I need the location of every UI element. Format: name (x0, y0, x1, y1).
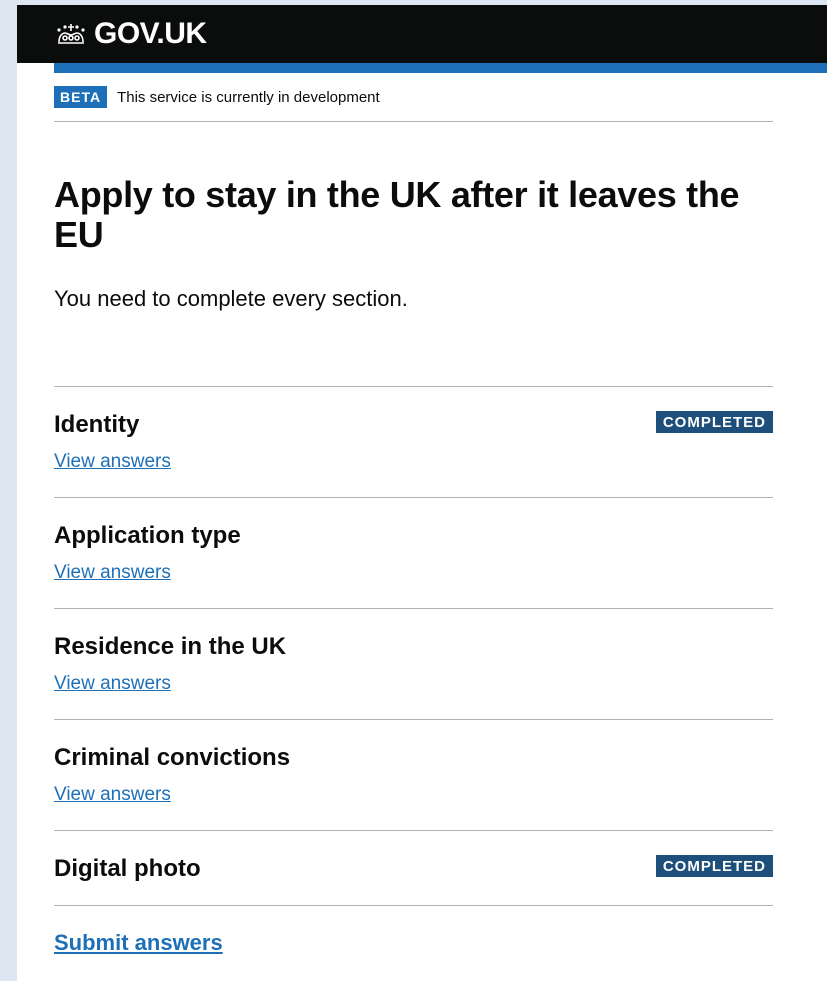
header-blue-bar (54, 63, 827, 73)
task-name: Residence in the UK (54, 633, 287, 660)
completed-status-tag: COMPLETED (655, 411, 773, 433)
phase-banner: BETA This service is currently in develo… (54, 73, 773, 122)
task-name: Criminal convictions (54, 744, 291, 771)
task-name: Digital photo (54, 855, 201, 882)
phase-banner-text: This service is currently in development (117, 88, 380, 106)
task-application-type: Application type View answers (54, 498, 773, 609)
completed-status-tag: COMPLETED (655, 855, 773, 877)
crown-icon (57, 24, 85, 44)
page-title: Apply to stay in the UK after it leaves … (54, 174, 740, 255)
lead-paragraph: You need to complete every section. (54, 286, 408, 311)
logo-text: GOV.UK (94, 17, 207, 50)
task-list: Identity View answers COMPLETED Applicat… (54, 386, 773, 906)
task-name: Application type (54, 522, 241, 549)
submit-answers-link[interactable]: Submit answers (54, 930, 223, 956)
task-identity: Identity View answers COMPLETED (54, 387, 773, 498)
view-answers-link[interactable]: View answers (54, 562, 171, 584)
govuk-header: GOV.UK (17, 5, 827, 63)
task-criminal-convictions: Criminal convictions View answers (54, 720, 773, 831)
view-answers-link[interactable]: View answers (54, 451, 171, 473)
view-answers-link[interactable]: View answers (54, 784, 171, 806)
task-digital-photo[interactable]: Digital photo COMPLETED (54, 831, 773, 906)
govuk-logo-link[interactable]: GOV.UK (54, 18, 207, 50)
main-content: Apply to stay in the UK after it leaves … (54, 121, 773, 956)
beta-tag: BETA (54, 86, 108, 108)
page-frame: GOV.UK BETA This service is currently in… (17, 5, 827, 981)
task-name: Identity (54, 411, 140, 438)
view-answers-link[interactable]: View answers (54, 673, 171, 695)
task-residence: Residence in the UK View answers (54, 609, 773, 720)
